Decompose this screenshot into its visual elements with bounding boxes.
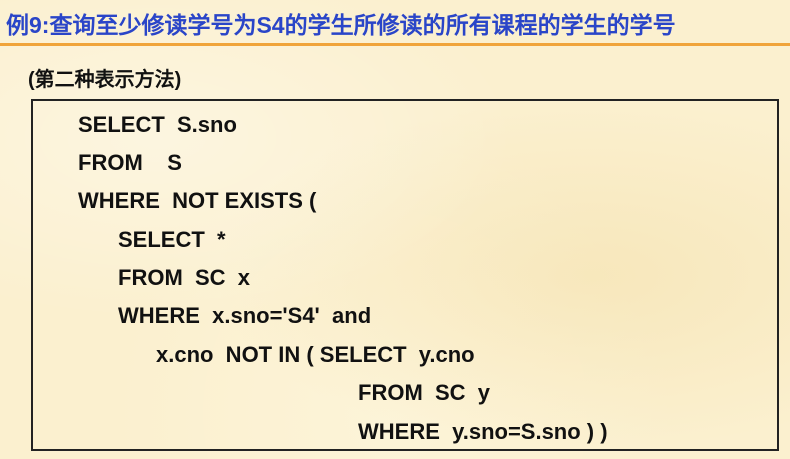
code-line-8: FROM SC y	[358, 380, 491, 405]
code-line-2: FROM S	[78, 150, 182, 175]
code-line-1: SELECT S.sno	[78, 112, 237, 137]
code-line-9: WHERE y.sno=S.sno ) )	[358, 419, 608, 444]
slide-subtitle: (第二种表示方法)	[28, 69, 182, 91]
code-line-5: FROM SC x	[118, 265, 251, 290]
code-line-7: x.cno NOT IN ( SELECT y.cno	[156, 342, 475, 367]
title-bar: 例9:查询至少修读学号为S4的学生所修读的所有课程的学生的学号	[0, 0, 790, 46]
title-divider	[0, 43, 790, 46]
code-line-3: WHERE NOT EXISTS (	[78, 188, 317, 213]
slide-title: 例9:查询至少修读学号为S4的学生所修读的所有课程的学生的学号	[6, 12, 676, 38]
code-line-4: SELECT *	[118, 227, 226, 252]
code-line-6: WHERE x.sno='S4' and	[118, 303, 372, 328]
